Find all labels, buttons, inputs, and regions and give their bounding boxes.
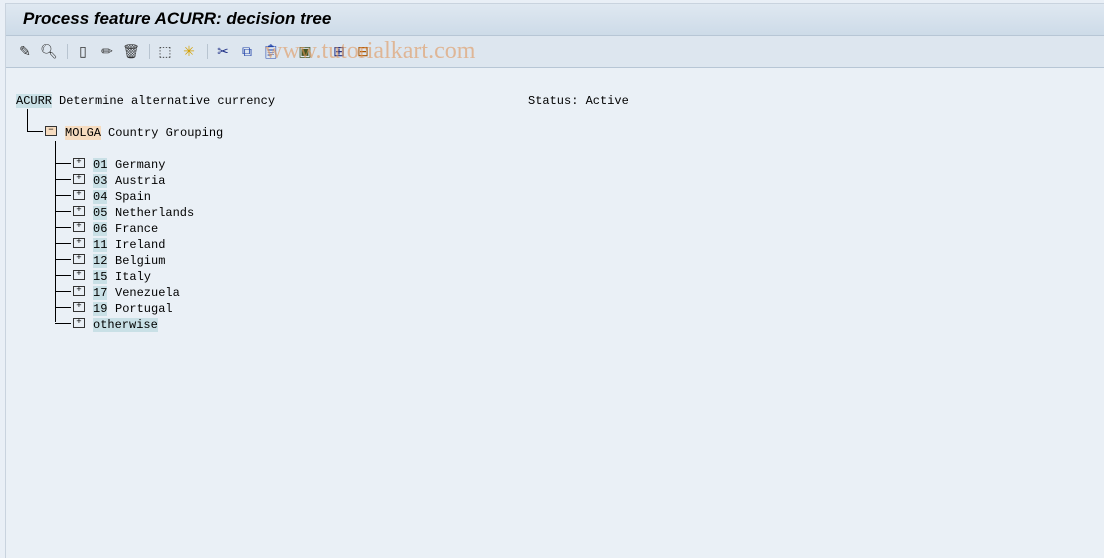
- folder-closed-icon[interactable]: +: [73, 254, 85, 264]
- tree-line: [55, 163, 71, 164]
- field-key[interactable]: MOLGA: [65, 126, 102, 140]
- tree-line: [27, 109, 28, 132]
- tree-line: [55, 243, 71, 244]
- tree-line: [55, 195, 71, 196]
- main-area: [5, 3, 1104, 558]
- node-key[interactable]: otherwise: [93, 318, 158, 332]
- root-key[interactable]: ACURR: [16, 94, 53, 108]
- node-text: Germany: [115, 158, 166, 172]
- node-key[interactable]: 06: [93, 222, 108, 236]
- folder-closed-icon[interactable]: +: [73, 318, 85, 328]
- tree-line: [55, 291, 71, 292]
- tree-line: [55, 275, 71, 276]
- node-text: Netherlands: [115, 206, 195, 220]
- field-text: Country Grouping: [108, 126, 224, 140]
- tree-line: [55, 307, 71, 308]
- folder-closed-icon[interactable]: +: [73, 158, 85, 168]
- node-key[interactable]: 11: [93, 238, 108, 252]
- node-key[interactable]: 05: [93, 206, 108, 220]
- move-node-icon[interactable]: ⬚: [156, 42, 174, 60]
- folder-closed-icon[interactable]: +: [73, 222, 85, 232]
- folder-closed-icon[interactable]: +: [73, 238, 85, 248]
- status-text: Status: Active: [528, 94, 629, 108]
- application-toolbar: ✎ 🔍︎ ▯ ✏ 🗑︎ ⬚ ✳ ✂ ⧉ 📋︎ ▣ ⊞ ⊟: [6, 36, 1104, 68]
- node-key[interactable]: 17: [93, 286, 108, 300]
- paste-icon[interactable]: 📋︎: [262, 42, 280, 60]
- node-key[interactable]: 19: [93, 302, 108, 316]
- delete-icon[interactable]: 🗑︎: [122, 42, 140, 60]
- node-text: France: [115, 222, 159, 236]
- node-key[interactable]: 04: [93, 190, 108, 204]
- print-icon[interactable]: ▣: [296, 42, 314, 60]
- folder-closed-icon[interactable]: +: [73, 302, 85, 312]
- page-title: Process feature ACURR: decision tree: [23, 9, 332, 28]
- node-key[interactable]: 15: [93, 270, 108, 284]
- separator: [207, 44, 208, 59]
- folder-open-icon[interactable]: −: [45, 126, 57, 136]
- node-text: Spain: [115, 190, 152, 204]
- node-key[interactable]: 01: [93, 158, 108, 172]
- node-text: Austria: [115, 174, 166, 188]
- folder-closed-icon[interactable]: +: [73, 206, 85, 216]
- tree-line: [55, 141, 56, 322]
- node-text: Ireland: [115, 238, 166, 252]
- tree-line: [55, 323, 71, 324]
- collapse-subtree-icon[interactable]: ⊟: [354, 42, 372, 60]
- tree-line: [27, 131, 43, 132]
- tree-line: [55, 179, 71, 180]
- separator: [67, 44, 68, 59]
- node-text: Belgium: [115, 254, 166, 268]
- folder-closed-icon[interactable]: +: [73, 270, 85, 280]
- tree-line: [55, 259, 71, 260]
- expand-subtree-icon[interactable]: ⊞: [330, 42, 348, 60]
- separator: [149, 44, 150, 59]
- find-icon[interactable]: 🔍︎: [40, 42, 58, 60]
- tree-line: [55, 211, 71, 212]
- node-text: Venezuela: [115, 286, 180, 300]
- display-change-icon[interactable]: ✎: [16, 42, 34, 60]
- create-icon[interactable]: ▯: [74, 42, 92, 60]
- copy-icon[interactable]: ⧉: [238, 42, 256, 60]
- cut-icon[interactable]: ✂: [214, 42, 232, 60]
- tree-line: [55, 227, 71, 228]
- node-key[interactable]: 12: [93, 254, 108, 268]
- node-key[interactable]: 03: [93, 174, 108, 188]
- folder-closed-icon[interactable]: +: [73, 190, 85, 200]
- change-icon[interactable]: ✏: [98, 42, 116, 60]
- folder-closed-icon[interactable]: +: [73, 174, 85, 184]
- folder-closed-icon[interactable]: +: [73, 286, 85, 296]
- node-text: Italy: [115, 270, 152, 284]
- title-bar: Process feature ACURR: decision tree: [6, 4, 1104, 36]
- node-insert-icon[interactable]: ✳: [180, 42, 198, 60]
- root-text: Determine alternative currency: [59, 94, 276, 108]
- node-text: Portugal: [115, 302, 173, 316]
